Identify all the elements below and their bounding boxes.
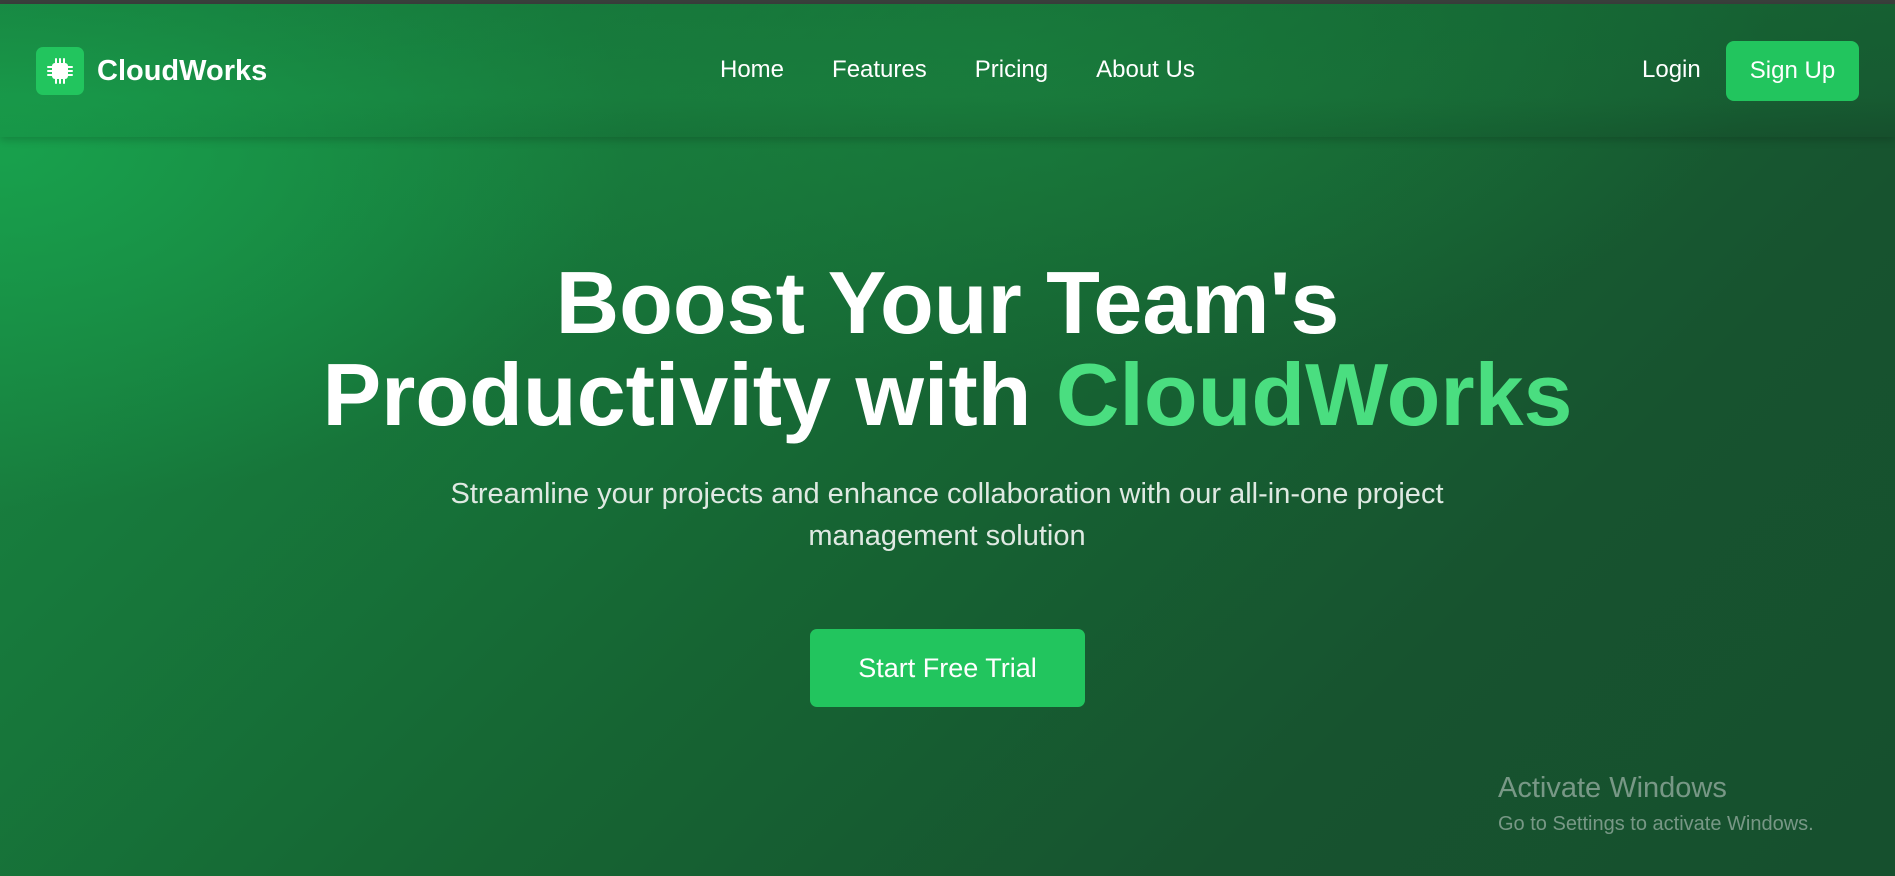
nav-link-about-us[interactable]: About Us	[1096, 56, 1195, 84]
chip-icon	[36, 47, 84, 95]
nav-link-pricing[interactable]: Pricing	[975, 56, 1048, 84]
start-free-trial-button[interactable]: Start Free Trial	[810, 629, 1085, 707]
windows-activation-watermark: Activate Windows Go to Settings to activ…	[1498, 772, 1814, 836]
hero-title-line2-prefix: Productivity with	[322, 345, 1056, 444]
nav-link-home[interactable]: Home	[720, 56, 784, 84]
watermark-title: Activate Windows	[1498, 772, 1727, 804]
hero-title: Boost Your Team's Productivity with Clou…	[0, 257, 1895, 441]
watermark-subtitle: Go to Settings to activate Windows.	[1498, 813, 1814, 835]
main-nav: Home Features Pricing About Us	[720, 56, 1195, 84]
signup-button[interactable]: Sign Up	[1726, 41, 1859, 101]
landing-page: CloudWorks Home Features Pricing About U…	[0, 4, 1895, 876]
hero-subtitle: Streamline your projects and enhance col…	[450, 478, 1444, 552]
hero-title-highlight: CloudWorks	[1055, 345, 1573, 444]
brand-logo[interactable]: CloudWorks	[36, 47, 267, 95]
login-link[interactable]: Login	[1642, 56, 1701, 84]
nav-link-features[interactable]: Features	[832, 56, 927, 84]
brand-name: CloudWorks	[97, 54, 268, 87]
navbar: CloudWorks Home Features Pricing About U…	[0, 4, 1895, 137]
hero-title-line1: Boost Your Team's	[555, 253, 1340, 352]
